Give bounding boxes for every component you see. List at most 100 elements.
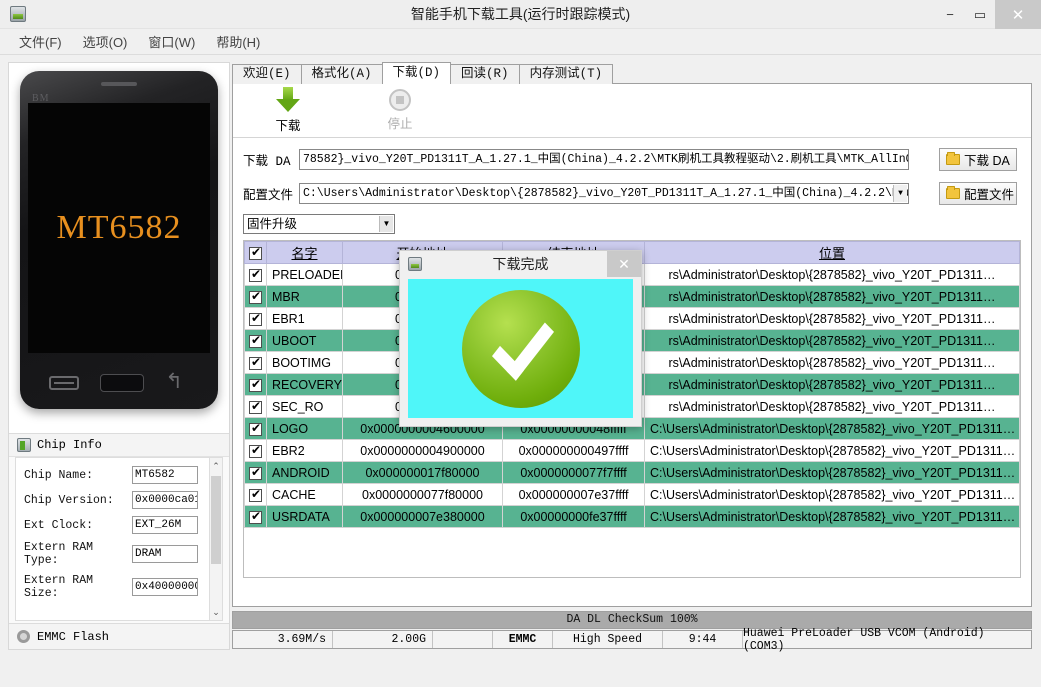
row-location: rs\Administrator\Desktop\{2878582}_vivo_…	[645, 286, 1020, 308]
table-row[interactable]: USRDATA0x000000007e3800000x00000000fe37f…	[245, 506, 1020, 528]
green-check-icon	[462, 290, 580, 408]
header-location[interactable]: 位置	[645, 242, 1020, 264]
menu-item-window[interactable]: 窗口(W)	[139, 29, 204, 54]
chip-value-ramtype[interactable]: DRAM	[132, 545, 198, 563]
back-icon: ↰	[165, 374, 189, 392]
checkmark-shape	[491, 307, 553, 381]
row-checkbox[interactable]	[245, 506, 267, 528]
table-row[interactable]: ANDROID0x000000017f800000x0000000077f7ff…	[245, 462, 1020, 484]
da-browse-label: 下载 DA	[964, 150, 1010, 169]
checkbox-icon[interactable]	[249, 313, 262, 326]
row-location: rs\Administrator\Desktop\{2878582}_vivo_…	[645, 330, 1020, 352]
close-button[interactable]: ✕	[995, 0, 1041, 29]
chevron-down-icon[interactable]: ▼	[379, 216, 393, 232]
tab-welcome[interactable]: 欢迎(E)	[232, 64, 302, 84]
chip-label-version: Chip Version:	[24, 494, 132, 507]
header-name[interactable]: 名字	[267, 242, 343, 264]
checkbox-icon[interactable]	[249, 511, 262, 524]
checkbox-icon[interactable]	[249, 489, 262, 502]
row-name: CACHE	[267, 484, 343, 506]
stop-icon	[389, 89, 411, 111]
row-checkbox[interactable]	[245, 286, 267, 308]
scroll-down-icon[interactable]: ⌄	[210, 604, 222, 620]
download-button[interactable]: 下载	[261, 87, 315, 134]
config-file-row: 配置文件 C:\Users\Administrator\Desktop\{287…	[243, 181, 1031, 206]
tab-readback[interactable]: 回读(R)	[450, 64, 520, 84]
table-row[interactable]: CACHE0x0000000077f800000x000000007e37fff…	[245, 484, 1020, 506]
checkbox-icon[interactable]	[249, 401, 262, 414]
row-checkbox[interactable]	[245, 484, 267, 506]
row-name: BOOTIMG	[267, 352, 343, 374]
dialog-close-button[interactable]: ✕	[607, 251, 641, 277]
row-checkbox[interactable]	[245, 264, 267, 286]
header-select-all-checkbox[interactable]	[245, 242, 267, 264]
row-checkbox[interactable]	[245, 440, 267, 462]
chip-info-panel: Chip Info Chip Name: MT6582 Chip Version…	[9, 433, 229, 649]
scroll-up-icon[interactable]: ⌃	[210, 458, 222, 474]
row-checkbox[interactable]	[245, 418, 267, 440]
checkbox-icon[interactable]	[249, 335, 262, 348]
maximize-button[interactable]: ▭	[965, 0, 995, 29]
chip-value-ramsize[interactable]: 0x40000000	[132, 578, 198, 596]
tab-download[interactable]: 下载(D)	[382, 62, 452, 84]
chip-value-version[interactable]: 0x0000ca01	[132, 491, 198, 509]
dialog-body	[408, 279, 633, 418]
checkbox-icon[interactable]	[249, 423, 262, 436]
row-checkbox[interactable]	[245, 462, 267, 484]
emmc-flash-section[interactable]: EMMC Flash	[9, 623, 229, 649]
download-button-label: 下载	[275, 115, 300, 134]
dialog-title-bar: 下载完成 ✕	[400, 251, 641, 277]
row-location: rs\Administrator\Desktop\{2878582}_vivo_…	[645, 264, 1020, 286]
scrollbar-thumb[interactable]	[211, 476, 221, 564]
folder-icon	[946, 188, 960, 199]
row-start-address: 0x0000000077f80000	[343, 484, 503, 506]
chip-label-extclock: Ext Clock:	[24, 519, 132, 532]
tab-memtest[interactable]: 内存测试(T)	[519, 64, 614, 84]
chip-row-ramsize: Extern RAM Size: 0x40000000	[24, 574, 216, 600]
menu-item-help[interactable]: 帮助(H)	[207, 29, 269, 54]
row-location: C:\Users\Administrator\Desktop\{2878582}…	[645, 418, 1020, 440]
row-location: rs\Administrator\Desktop\{2878582}_vivo_…	[645, 308, 1020, 330]
config-browse-button[interactable]: 配置文件	[939, 182, 1017, 205]
checkbox-icon[interactable]	[249, 445, 262, 458]
minimize-button[interactable]: −	[935, 0, 965, 29]
menu-item-file[interactable]: 文件(F)	[10, 29, 71, 54]
checkbox-icon[interactable]	[249, 247, 262, 260]
checkbox-icon[interactable]	[249, 467, 262, 480]
row-checkbox[interactable]	[245, 396, 267, 418]
row-end-address: 0x000000000497ffff	[503, 440, 645, 462]
chip-value-extclock[interactable]: EXT_26M	[132, 516, 198, 534]
stop-button[interactable]: 停止	[373, 89, 427, 132]
config-file-label: 配置文件	[243, 184, 299, 203]
chip-info-scrollbar[interactable]: ⌃ ⌄	[209, 457, 223, 621]
mode-select[interactable]: 固件升级 ▼	[243, 214, 395, 234]
row-location: rs\Administrator\Desktop\{2878582}_vivo_…	[645, 352, 1020, 374]
row-checkbox[interactable]	[245, 352, 267, 374]
row-location: C:\Users\Administrator\Desktop\{2878582}…	[645, 462, 1020, 484]
menu-icon	[49, 376, 79, 390]
da-browse-button[interactable]: 下载 DA	[939, 148, 1017, 171]
row-checkbox[interactable]	[245, 308, 267, 330]
checkbox-icon[interactable]	[249, 357, 262, 370]
row-start-address: 0x000000007e380000	[343, 506, 503, 528]
config-file-input[interactable]: C:\Users\Administrator\Desktop\{2878582}…	[299, 183, 909, 204]
row-checkbox[interactable]	[245, 374, 267, 396]
table-row[interactable]: EBR20x00000000049000000x000000000497ffff…	[245, 440, 1020, 462]
row-location: rs\Administrator\Desktop\{2878582}_vivo_…	[645, 374, 1020, 396]
chevron-down-icon[interactable]: ▼	[893, 185, 907, 202]
chip-value-name[interactable]: MT6582	[132, 466, 198, 484]
menu-item-options[interactable]: 选项(O)	[74, 29, 137, 54]
checkbox-icon[interactable]	[249, 291, 262, 304]
checkbox-icon[interactable]	[249, 269, 262, 282]
config-file-value: C:\Users\Administrator\Desktop\{2878582}…	[303, 187, 909, 200]
checkbox-icon[interactable]	[249, 379, 262, 392]
phone-speaker-icon	[101, 82, 137, 86]
chip-info-header: Chip Info	[9, 433, 229, 457]
folder-icon	[946, 154, 960, 165]
tab-format[interactable]: 格式化(A)	[301, 64, 383, 84]
da-file-input[interactable]: 78582}_vivo_Y20T_PD1311T_A_1.27.1_中国(Chi…	[299, 149, 909, 170]
row-name: EBR1	[267, 308, 343, 330]
config-browse-label: 配置文件	[964, 184, 1014, 203]
chip-label-ramtype: Extern RAM Type:	[24, 541, 132, 567]
row-checkbox[interactable]	[245, 330, 267, 352]
